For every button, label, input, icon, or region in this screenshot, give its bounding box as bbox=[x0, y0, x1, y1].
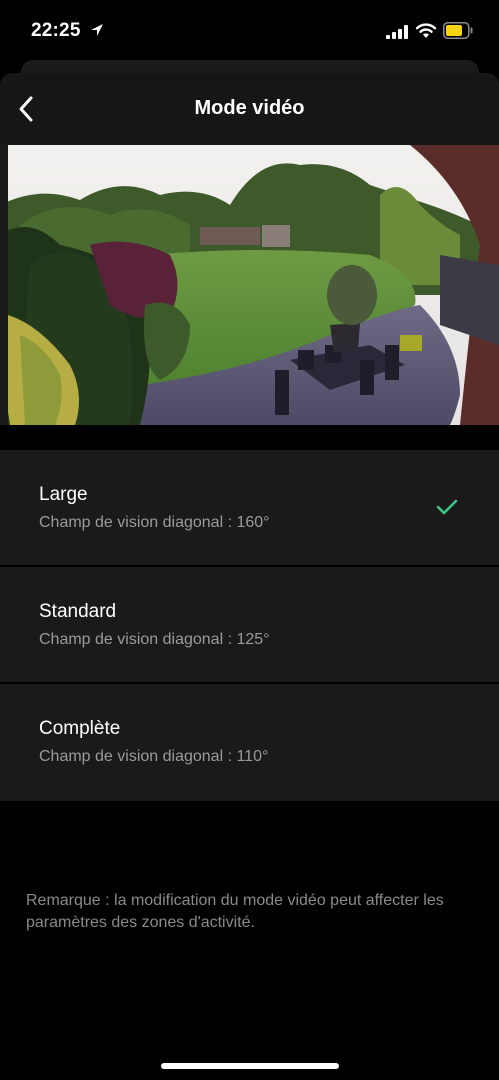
option-large[interactable]: Large Champ de vision diagonal : 160° bbox=[0, 450, 499, 567]
page-title: Mode vidéo bbox=[194, 97, 305, 119]
status-bar: 22:25 bbox=[0, 0, 499, 60]
checkmark-icon bbox=[436, 499, 458, 515]
nav-bar: Mode vidéo bbox=[0, 73, 499, 145]
location-arrow-icon bbox=[91, 24, 103, 36]
camera-preview-image bbox=[0, 145, 499, 425]
signal-icon bbox=[386, 25, 408, 39]
option-title: Large bbox=[39, 484, 88, 505]
option-subtitle: Champ de vision diagonal : 110° bbox=[39, 748, 269, 765]
option-subtitle: Champ de vision diagonal : 160° bbox=[39, 514, 270, 531]
option-title: Complète bbox=[39, 718, 121, 739]
battery-icon bbox=[443, 22, 473, 39]
option-standard[interactable]: Standard Champ de vision diagonal : 125° bbox=[0, 567, 499, 684]
note-text: Remarque : la modification du mode vidéo… bbox=[26, 892, 444, 931]
status-time: 22:25 bbox=[31, 20, 81, 41]
wifi-icon bbox=[415, 23, 437, 38]
option-complete[interactable]: Complète Champ de vision diagonal : 110° bbox=[0, 684, 499, 801]
option-title: Standard bbox=[39, 601, 117, 622]
option-subtitle: Champ de vision diagonal : 125° bbox=[39, 631, 270, 648]
video-mode-options: Large Champ de vision diagonal : 160° St… bbox=[0, 450, 499, 801]
home-indicator[interactable] bbox=[161, 1063, 339, 1069]
